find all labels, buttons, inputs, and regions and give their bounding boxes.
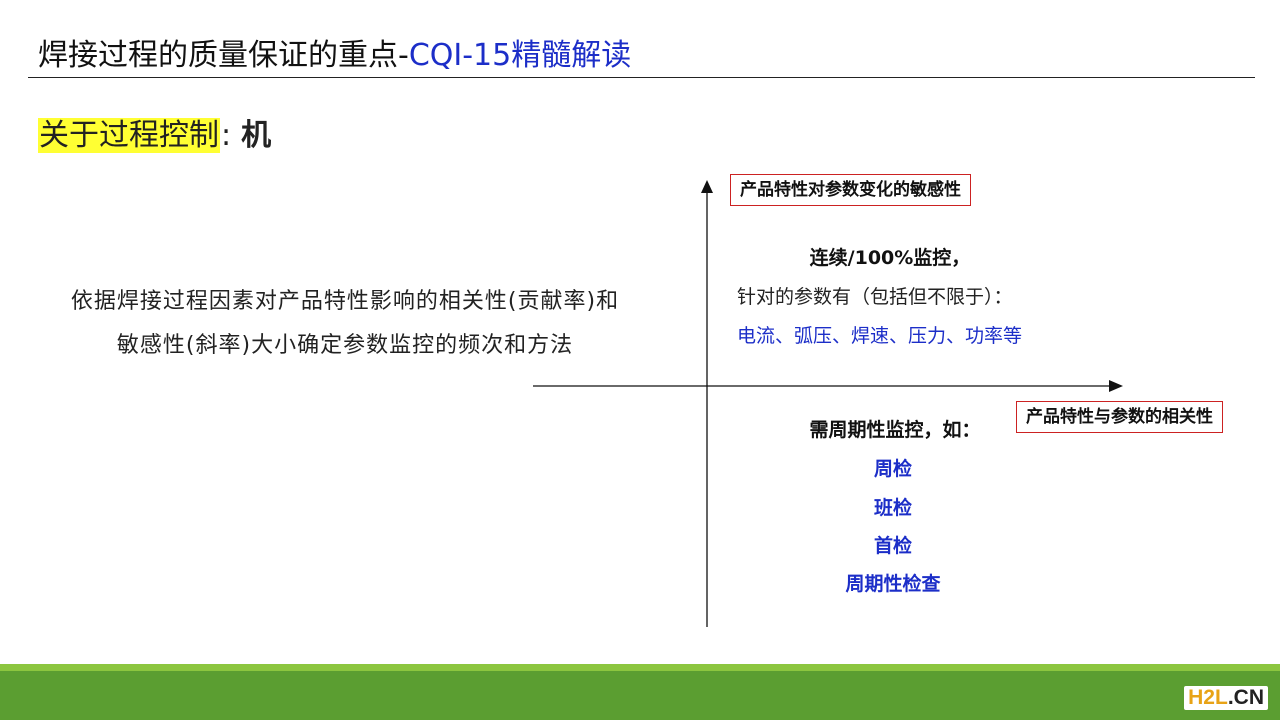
- quadrant-axes: [533, 180, 1123, 627]
- lower-quadrant-title: 需周期性监控，如：: [809, 419, 981, 441]
- x-axis-label: 产品特性与参数的相关性: [1016, 401, 1223, 433]
- x-axis-arrow-icon: [1109, 380, 1123, 392]
- upper-quadrant-params: 电流、弧压、焊速、压力、功率等: [737, 325, 1023, 347]
- logo-part2: .CN: [1227, 686, 1264, 709]
- site-logo: H2L.CN: [1184, 686, 1268, 710]
- lower-quadrant-item: 首检: [873, 535, 912, 557]
- y-axis-arrow-icon: [701, 180, 713, 193]
- slide: 焊接过程的质量保证的重点-CQI-15精髓解读 关于过程控制: 机 依据焊接过程因…: [0, 0, 1280, 720]
- upper-quadrant-line: 针对的参数有（包括但不限于）：: [737, 286, 1013, 308]
- upper-quadrant-title: 连续/100%监控，: [809, 247, 971, 269]
- lower-quadrant-item: 周期性检查: [845, 573, 941, 595]
- lower-quadrant-item: 班检: [873, 497, 912, 519]
- lower-quadrant-item: 周检: [873, 458, 912, 480]
- footer-accent-strip: [0, 664, 1280, 671]
- logo-part1: H2L: [1188, 686, 1228, 709]
- footer-bar: [0, 671, 1280, 720]
- y-axis-label: 产品特性对参数变化的敏感性: [730, 174, 971, 206]
